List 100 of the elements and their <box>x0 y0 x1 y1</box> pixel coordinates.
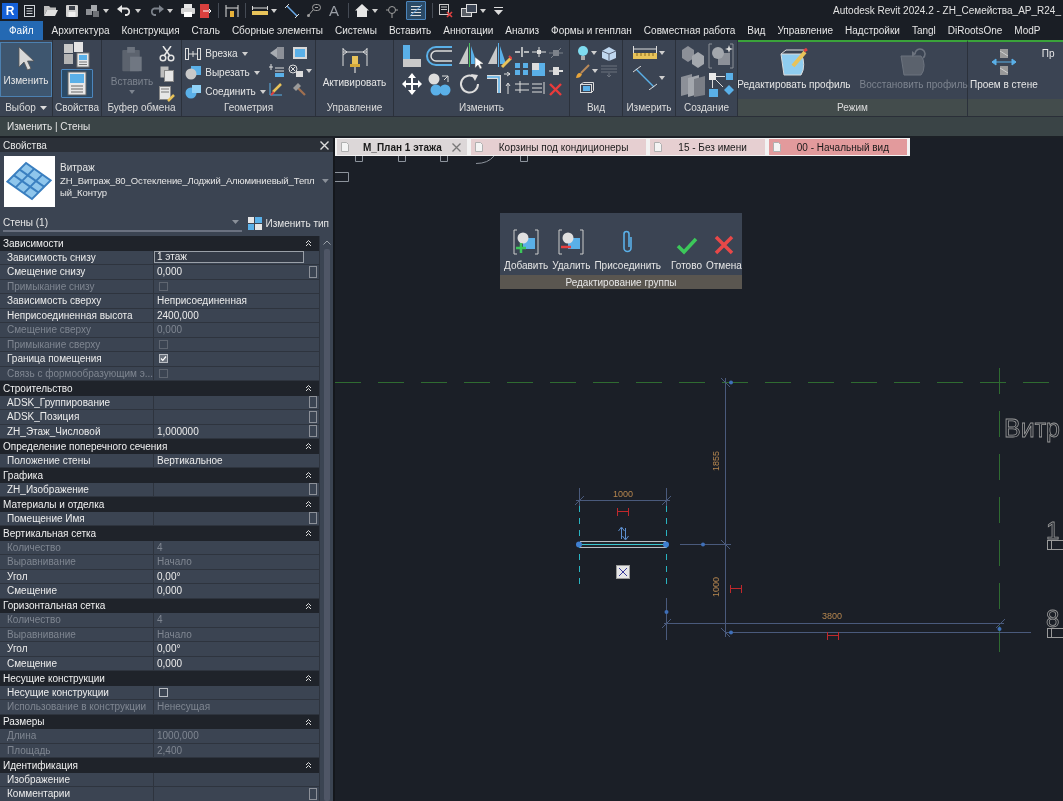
caret-icon[interactable] <box>167 8 173 13</box>
collapse-icon[interactable] <box>305 761 312 770</box>
properties-icon[interactable] <box>61 69 93 98</box>
move-icon[interactable] <box>401 72 422 96</box>
ribbon-button[interactable]: Соединить <box>185 84 266 99</box>
caret-icon[interactable] <box>372 8 378 13</box>
cube-icon[interactable] <box>600 46 617 61</box>
selection-filter-dropdown[interactable]: Стены (1) <box>3 214 242 232</box>
ribbon-button[interactable]: Врезка <box>185 46 248 61</box>
caret-icon[interactable] <box>103 8 109 13</box>
ribbon-tab[interactable]: Системы <box>329 21 383 40</box>
group-tool-button[interactable]: Удалить <box>550 213 593 275</box>
caret-icon[interactable] <box>39 105 47 110</box>
grip-handle[interactable] <box>997 627 1002 631</box>
collapse-icon[interactable] <box>305 674 312 683</box>
caret-icon[interactable] <box>253 70 260 75</box>
scroll-up-icon[interactable] <box>322 240 331 245</box>
associate-parameter-button[interactable] <box>309 787 317 800</box>
caret-icon[interactable] <box>241 51 248 56</box>
switch-windows-icon[interactable] <box>461 4 477 17</box>
caret-icon[interactable] <box>659 76 665 80</box>
ribbon-tab[interactable]: Формы и генплан <box>545 21 638 40</box>
grip-handle[interactable] <box>576 541 582 548</box>
copy-elements-icon[interactable] <box>426 72 453 96</box>
ribbon-tab[interactable]: DiRootsOne <box>941 21 1009 40</box>
checkbox[interactable] <box>159 687 168 697</box>
group-tool-button[interactable]: Добавить <box>502 213 551 275</box>
home-icon[interactable] <box>355 4 369 17</box>
rotate-icon[interactable] <box>457 72 482 96</box>
ribbon-tab[interactable]: Управление <box>771 21 840 40</box>
offset-icon[interactable] <box>425 44 454 68</box>
constraint-icon[interactable] <box>827 631 839 641</box>
ribbon-tab[interactable]: Совместная работа <box>637 21 742 40</box>
ribbon-tab[interactable]: Сборные элементы <box>225 21 329 40</box>
split-line-icon[interactable] <box>531 47 546 57</box>
stacked-blocks-icon[interactable] <box>86 4 100 17</box>
stacked-panels-icon[interactable] <box>679 72 706 97</box>
scissors-icon[interactable] <box>159 46 176 62</box>
collapse-icon[interactable] <box>305 529 312 538</box>
dimension-line-icon[interactable] <box>285 3 299 18</box>
grip-handle[interactable] <box>729 630 733 635</box>
view-tab[interactable]: 15 - Без имени <box>650 139 765 155</box>
caret-icon[interactable] <box>480 8 486 13</box>
hexagon-blocks-icon[interactable] <box>679 43 706 68</box>
view-tab[interactable]: Корзины под кондиционеры <box>470 139 647 155</box>
constraint-icon[interactable] <box>617 507 629 517</box>
mirror-draw-icon[interactable] <box>485 43 512 69</box>
paint-brush-icon[interactable] <box>575 64 590 78</box>
marker-icon[interactable] <box>386 3 398 18</box>
ribbon-tab[interactable]: Архитектура <box>45 21 116 40</box>
caret-icon[interactable] <box>259 89 266 94</box>
thin-lines-icon[interactable] <box>406 1 426 20</box>
type-properties-icon[interactable] <box>63 42 91 68</box>
ribbon-tab[interactable]: Аннотации <box>437 21 500 40</box>
undo-icon[interactable] <box>117 5 132 16</box>
grip-handle[interactable] <box>701 542 705 547</box>
activate-button[interactable]: Активировать <box>319 42 390 97</box>
callout-icon[interactable] <box>307 4 321 17</box>
caret-icon[interactable] <box>591 69 598 73</box>
ribbon-tab[interactable]: Сталь <box>185 21 226 40</box>
ribbon-tab[interactable]: Анализ <box>499 21 546 40</box>
print-icon[interactable] <box>181 4 195 17</box>
text-tool-button[interactable]: A <box>329 2 339 19</box>
ribbon-button[interactable]: Пр <box>1039 44 1057 99</box>
pinned-dimension-icon[interactable] <box>225 3 239 18</box>
checkbox[interactable] <box>159 354 168 364</box>
bracketed-shapes-icon[interactable] <box>707 42 734 69</box>
document-pencil-icon[interactable] <box>159 86 176 102</box>
crossed-square-icon[interactable] <box>616 565 630 579</box>
close-windows-icon[interactable] <box>439 3 453 18</box>
associate-parameter-button[interactable] <box>309 265 317 278</box>
edit-type-button[interactable]: Изменить тип <box>247 216 329 230</box>
group-tool-button[interactable]: Готово <box>669 213 704 275</box>
ribbon-tab[interactable]: Вид <box>741 21 772 40</box>
ruler-icon[interactable] <box>252 6 268 15</box>
ruler-icon[interactable] <box>633 46 657 60</box>
curtain-wall[interactable] <box>580 541 666 548</box>
document-list-icon[interactable] <box>23 3 36 18</box>
ribbon-tab[interactable]: Tangl <box>905 21 942 40</box>
pin-icon[interactable] <box>548 65 563 77</box>
collapse-icon[interactable] <box>305 239 312 248</box>
ribbon-tab[interactable]: Файл <box>0 21 43 40</box>
ribbon-tab[interactable]: Надстройки <box>839 21 906 40</box>
group-header[interactable]: Определение поперечного сечения <box>0 439 319 454</box>
grip-handle[interactable] <box>729 380 733 385</box>
group-header[interactable]: Строительство <box>0 381 319 396</box>
ribbon-tab[interactable]: Вставить <box>382 21 438 40</box>
collapse-icon[interactable] <box>305 717 312 726</box>
collapse-icon[interactable] <box>305 601 312 610</box>
caret-icon[interactable] <box>659 51 665 55</box>
ribbon-button[interactable]: Вырезать <box>185 65 260 80</box>
grip-handle[interactable] <box>664 610 669 614</box>
group-header[interactable]: Материалы и отделка <box>0 497 319 512</box>
grid-array-icon[interactable] <box>514 63 529 75</box>
modify-tool-button[interactable]: Изменить <box>0 42 52 97</box>
caret-icon[interactable] <box>305 69 312 73</box>
group-header[interactable]: Идентификация <box>0 758 319 773</box>
mirror-pick-icon[interactable] <box>456 43 483 69</box>
ribbon-button[interactable]: Проем в стене <box>968 44 1040 99</box>
export-icon[interactable] <box>200 3 212 18</box>
